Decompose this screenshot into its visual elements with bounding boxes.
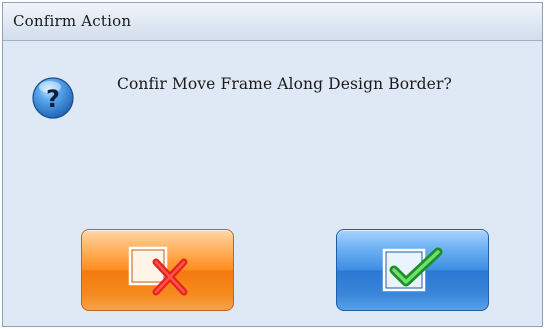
confirm-action-dialog: Confirm Action ? Confir Move Frame Along… [2, 2, 543, 327]
dialog-message: Confir Move Frame Along Design Border? [117, 75, 452, 93]
question-icon: ? [31, 76, 75, 120]
cancel-button[interactable] [81, 229, 234, 311]
window-title: Confirm Action [13, 12, 132, 30]
title-bar[interactable]: Confirm Action [3, 3, 542, 41]
confirm-button[interactable] [336, 229, 489, 311]
svg-text:?: ? [46, 85, 60, 113]
